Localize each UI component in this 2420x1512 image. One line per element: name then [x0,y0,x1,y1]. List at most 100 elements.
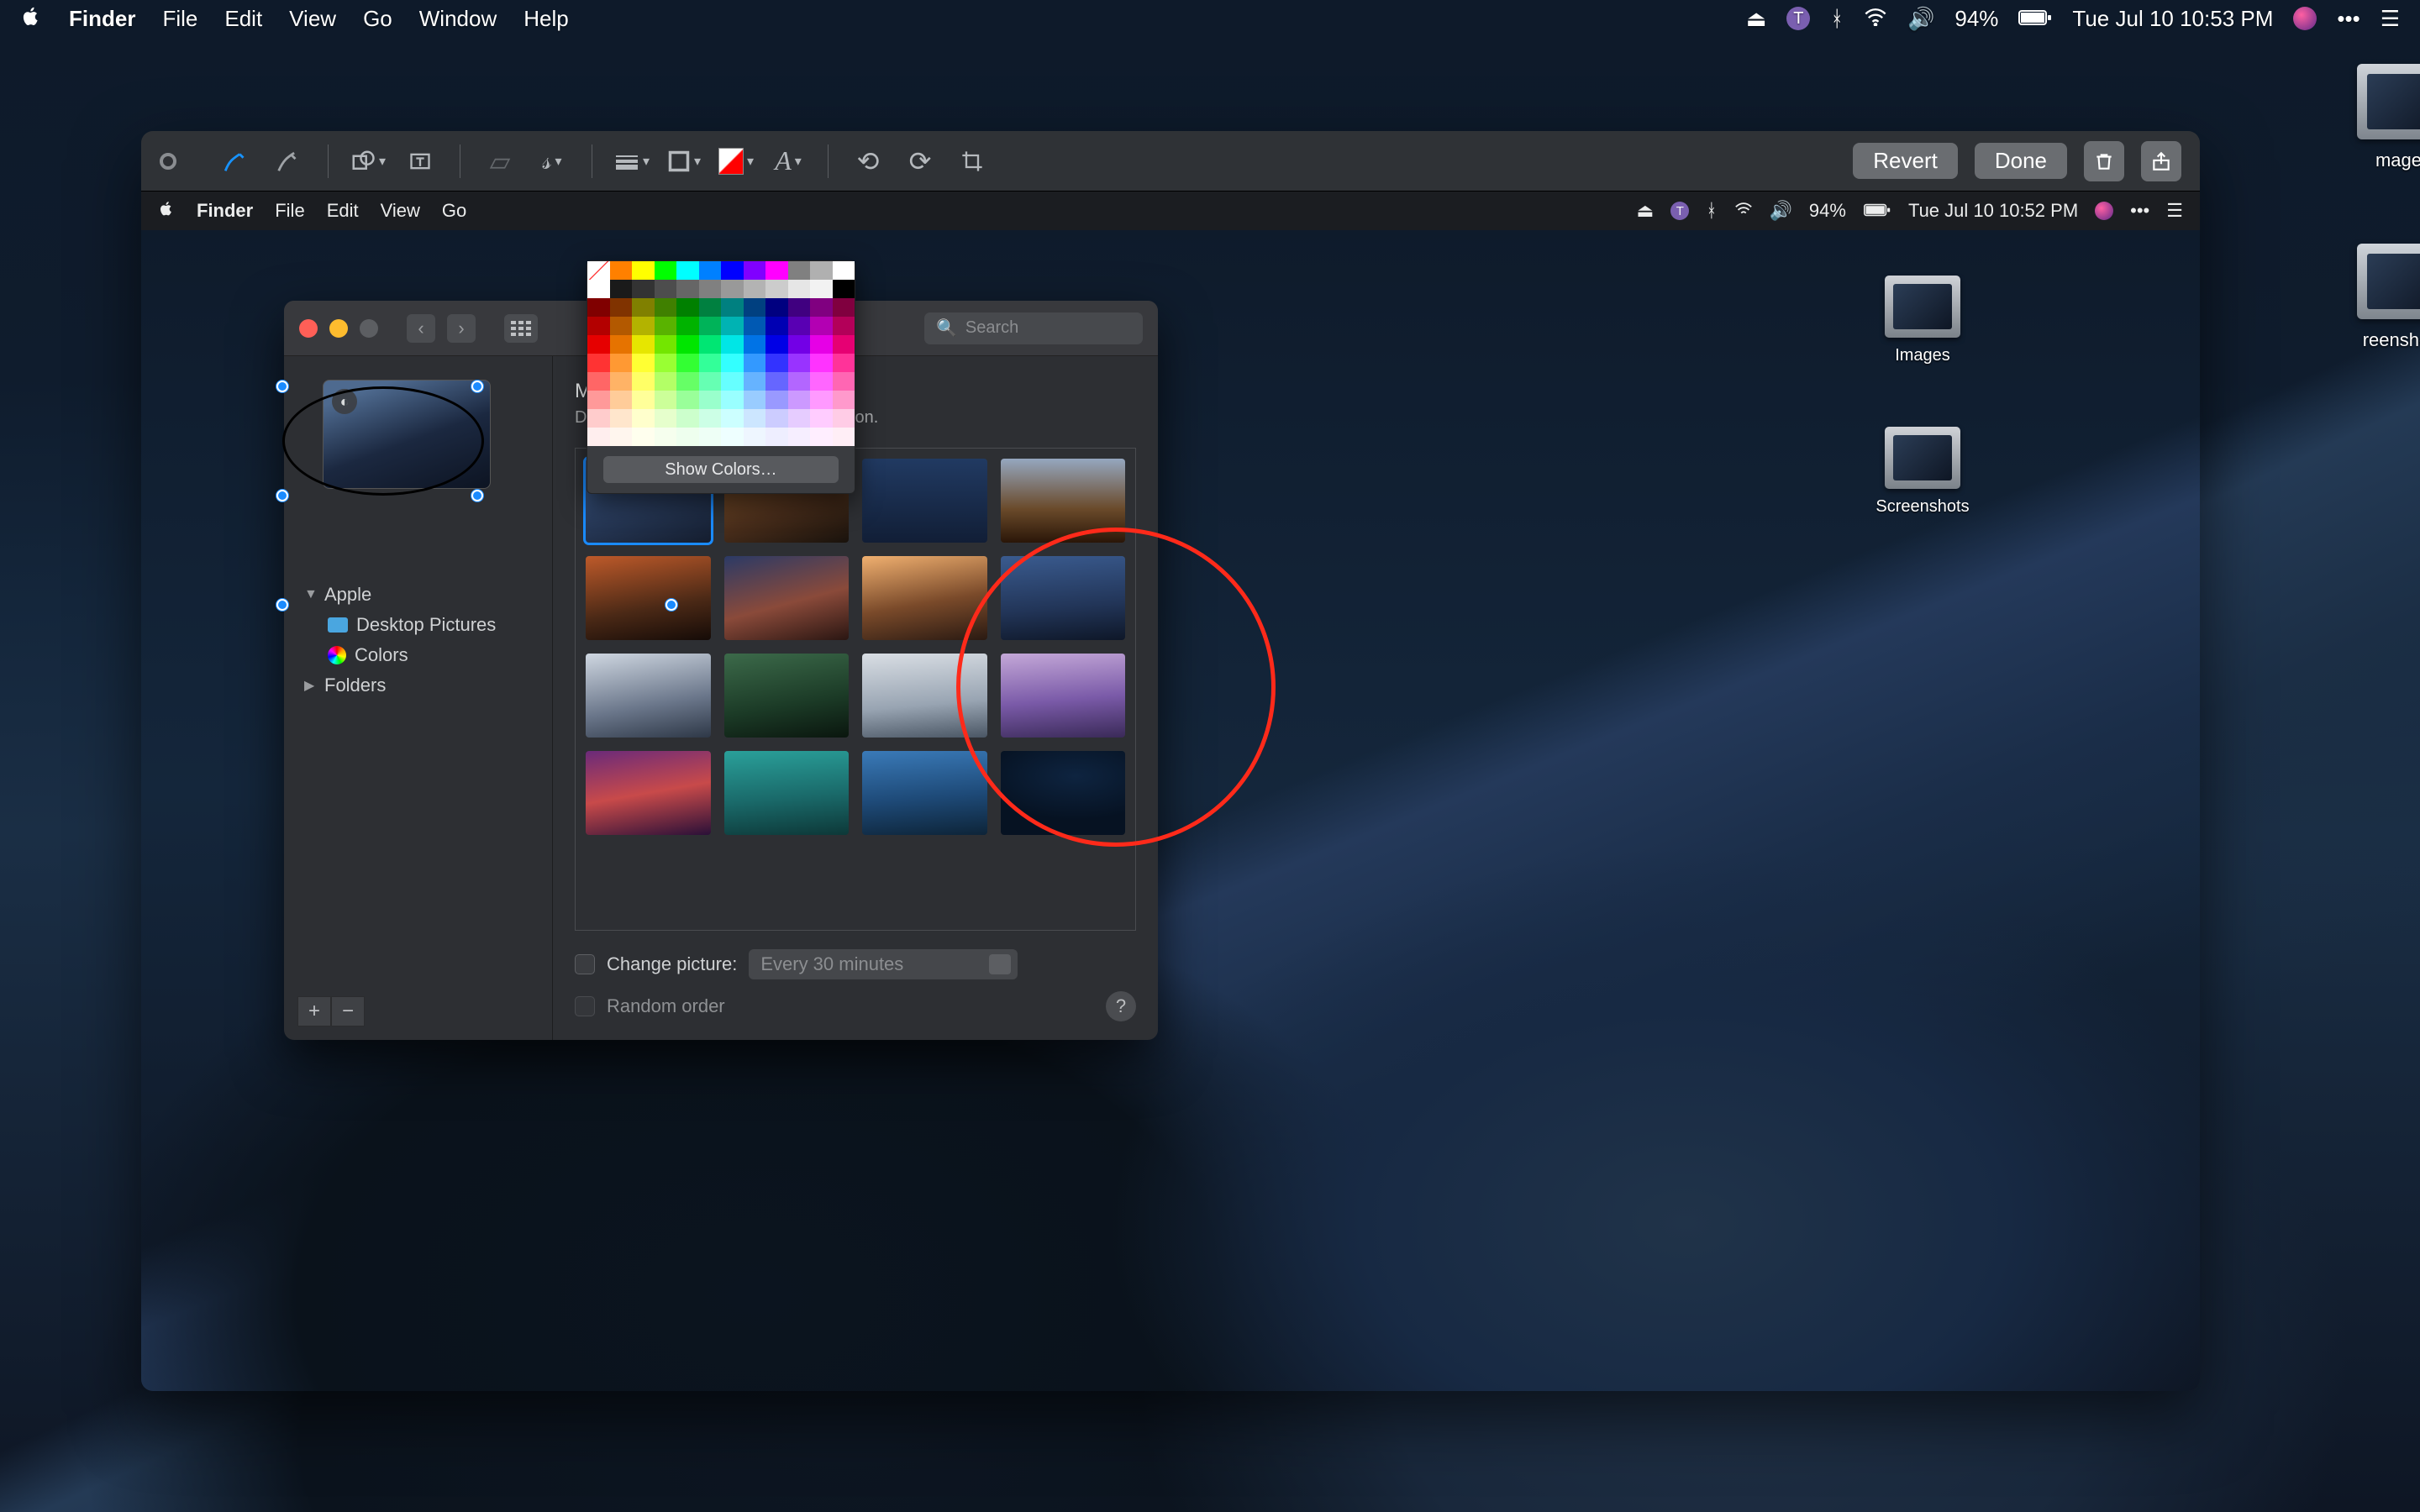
color-swatch[interactable] [833,372,855,391]
color-swatch[interactable] [676,409,699,428]
color-swatch[interactable] [810,372,833,391]
color-swatch[interactable] [721,298,744,317]
outer-menu-window[interactable]: Window [419,6,497,32]
tree-desktop-pictures[interactable]: Desktop Pictures [297,610,552,640]
color-swatch[interactable] [610,335,633,354]
color-swatch[interactable] [610,298,633,317]
color-swatch[interactable] [610,317,633,335]
outer-menu-help[interactable]: Help [523,6,568,32]
help-button[interactable]: ? [1106,991,1136,1021]
color-swatch[interactable] [655,280,677,298]
change-interval-select[interactable]: Every 30 minutes [749,949,1018,979]
color-swatch[interactable] [765,335,788,354]
color-swatch[interactable] [655,261,677,280]
color-swatch[interactable] [587,298,610,317]
wallpaper-thumb[interactable] [586,654,711,738]
volume-icon[interactable]: 🔊 [1907,6,1934,32]
color-swatch[interactable] [765,409,788,428]
color-swatch[interactable] [788,298,811,317]
color-swatch[interactable] [655,409,677,428]
color-swatch[interactable] [744,428,766,446]
share-button[interactable] [2141,141,2181,181]
stroke-color-icon[interactable]: ▾ [666,144,702,179]
fill-color-icon[interactable]: ▾ [718,144,754,179]
color-swatch[interactable] [676,280,699,298]
line-weight-icon[interactable]: ▾ [614,144,650,179]
color-swatch[interactable] [765,317,788,335]
color-swatch[interactable] [721,428,744,446]
color-swatch[interactable] [721,372,744,391]
pen-tool-icon[interactable] [218,144,254,179]
color-swatch[interactable] [788,354,811,372]
color-swatch[interactable] [587,317,610,335]
color-swatch[interactable] [587,354,610,372]
outer-menu-go[interactable]: Go [363,6,392,32]
wallpaper-thumb[interactable] [1001,556,1126,640]
color-swatch[interactable] [610,409,633,428]
outer-datetime[interactable]: Tue Jul 10 10:53 PM [2072,6,2273,32]
color-swatch[interactable] [699,428,722,446]
wallpaper-thumb[interactable] [724,654,850,738]
color-swatch[interactable] [610,428,633,446]
color-swatch[interactable] [699,280,722,298]
color-swatch[interactable] [765,298,788,317]
color-swatch[interactable] [744,261,766,280]
markup-canvas[interactable]: Finder File Edit View Go ⏏ T ᚼ 🔊 94% Tue… [141,192,2200,1391]
color-swatch[interactable] [655,335,677,354]
color-swatch[interactable] [587,372,610,391]
color-swatch[interactable] [765,391,788,409]
user-avatar-icon[interactable]: T [1786,7,1810,30]
show-all-button[interactable] [504,314,538,343]
color-swatch[interactable] [833,280,855,298]
color-swatch[interactable] [810,261,833,280]
rotate-right-icon[interactable]: ⟳ [902,144,938,179]
siri-icon[interactable] [2293,7,2317,30]
color-swatch[interactable] [833,335,855,354]
color-swatch-none[interactable] [587,261,610,280]
color-swatch[interactable] [765,372,788,391]
wallpaper-thumb[interactable] [1001,751,1126,835]
color-swatch[interactable] [610,372,633,391]
color-swatch[interactable] [699,317,722,335]
color-swatch[interactable] [610,391,633,409]
bluetooth-icon[interactable]: ᚼ [1830,6,1844,32]
color-swatch[interactable] [744,391,766,409]
color-swatch[interactable] [721,335,744,354]
color-swatch[interactable] [699,354,722,372]
color-swatch[interactable] [744,280,766,298]
outer-menu-file[interactable]: File [162,6,197,32]
crop-tool-icon[interactable] [955,144,990,179]
trash-button[interactable] [2084,141,2124,181]
color-swatch[interactable] [632,280,655,298]
signature-tool-icon[interactable]: 𝓈▾ [534,144,570,179]
color-swatch[interactable] [587,280,610,298]
color-swatch[interactable] [632,354,655,372]
color-swatch[interactable] [810,280,833,298]
color-swatch[interactable] [587,409,610,428]
color-swatch[interactable] [699,261,722,280]
desktop-folder-screenshots-clipped[interactable]: reenshots [2336,244,2420,351]
outer-menu-edit[interactable]: Edit [224,6,262,32]
color-swatch[interactable] [721,261,744,280]
wallpaper-thumb[interactable] [586,556,711,640]
color-swatch[interactable] [676,317,699,335]
color-swatch[interactable] [699,372,722,391]
color-swatch[interactable] [610,280,633,298]
outer-menubar-app[interactable]: Finder [69,6,135,32]
wallpaper-thumb[interactable] [724,751,850,835]
battery-percent[interactable]: 94% [1954,6,1998,32]
tree-apple[interactable]: ▼Apple [297,580,552,610]
color-swatch[interactable] [676,335,699,354]
color-swatch[interactable] [810,317,833,335]
tree-colors[interactable]: Colors [297,640,552,670]
notification-center-icon[interactable]: ☰ [2381,6,2400,32]
color-swatch[interactable] [833,428,855,446]
done-button[interactable]: Done [1975,143,2067,179]
wallpaper-thumb[interactable] [586,751,711,835]
color-swatch[interactable] [699,391,722,409]
color-swatch[interactable] [610,354,633,372]
wallpaper-thumb[interactable] [862,751,987,835]
text-tool-icon[interactable] [402,144,438,179]
close-icon[interactable] [299,319,318,338]
show-colors-button[interactable]: Show Colors… [603,456,839,483]
